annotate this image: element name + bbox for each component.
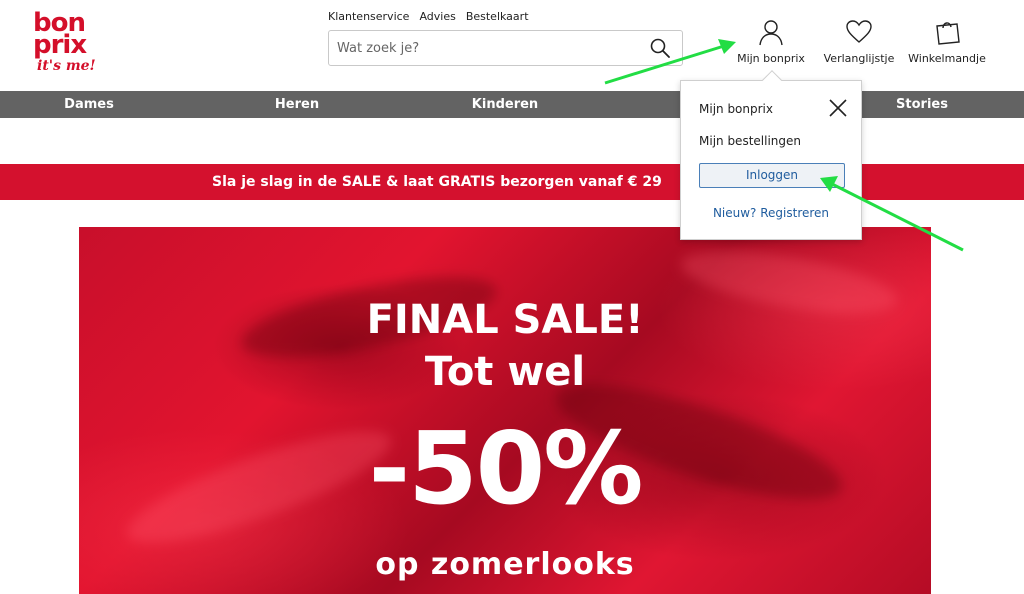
dropdown-link-orders[interactable]: Mijn bestellingen [699, 133, 801, 149]
promo-banner[interactable]: Sla je slag in de SALE & laat GRATIS bez… [0, 164, 1024, 200]
cart-button[interactable]: Winkelmandje [907, 18, 987, 66]
hero-headline: FINAL SALE! [366, 297, 644, 343]
nav-item-dames[interactable]: Dames [40, 91, 138, 118]
bonprix-logo[interactable]: bon prix it's me! [33, 10, 97, 78]
nav-item-stories[interactable]: Stories [872, 91, 972, 118]
register-link[interactable]: Nieuw? Registreren [681, 205, 861, 221]
logo-tagline: it's me! [37, 58, 96, 74]
shopping-bag-icon [936, 22, 960, 45]
link-bestelkaart[interactable]: Bestelkaart [466, 10, 529, 24]
user-icon [759, 20, 783, 46]
dropdown-caret [762, 70, 782, 90]
page: bon prix it's me! Klantenservice Advies … [0, 0, 1024, 594]
nav-item-heren[interactable]: Heren [248, 91, 346, 118]
hero-subheadline: Tot wel [424, 349, 586, 395]
hero-discount: -50% [368, 410, 644, 527]
link-advies[interactable]: Advies [419, 10, 455, 24]
search-icon[interactable] [650, 38, 670, 58]
login-button[interactable]: Inloggen [699, 163, 845, 188]
search-box [328, 30, 683, 66]
heart-icon [846, 20, 872, 43]
main-nav: Dames Heren Kinderen Stories [0, 91, 1024, 118]
service-links: Klantenservice Advies Bestelkaart [328, 10, 529, 24]
promo-text: Sla je slag in de SALE & laat GRATIS bez… [212, 174, 662, 190]
cart-label: Winkelmandje [908, 52, 986, 65]
close-icon[interactable] [827, 97, 849, 119]
account-dropdown: Mijn bonprix Mijn bestellingen Inloggen … [680, 70, 862, 240]
account-button[interactable]: Mijn bonprix [731, 18, 811, 66]
hero-caption: op zomerlooks [375, 547, 635, 582]
logo-line-2: prix [33, 30, 87, 60]
hero-banner[interactable]: FINAL SALE! Tot wel -50% op zomerlooks [79, 227, 931, 594]
nav-item-kinderen[interactable]: Kinderen [456, 91, 554, 118]
search-input[interactable] [337, 31, 637, 65]
link-klantenservice[interactable]: Klantenservice [328, 10, 409, 24]
wishlist-button[interactable]: Verlanglijstje [819, 18, 899, 66]
dropdown-link-mijn-bonprix[interactable]: Mijn bonprix [699, 101, 773, 117]
wishlist-label: Verlanglijstje [823, 52, 895, 65]
account-label: Mijn bonprix [737, 52, 805, 65]
